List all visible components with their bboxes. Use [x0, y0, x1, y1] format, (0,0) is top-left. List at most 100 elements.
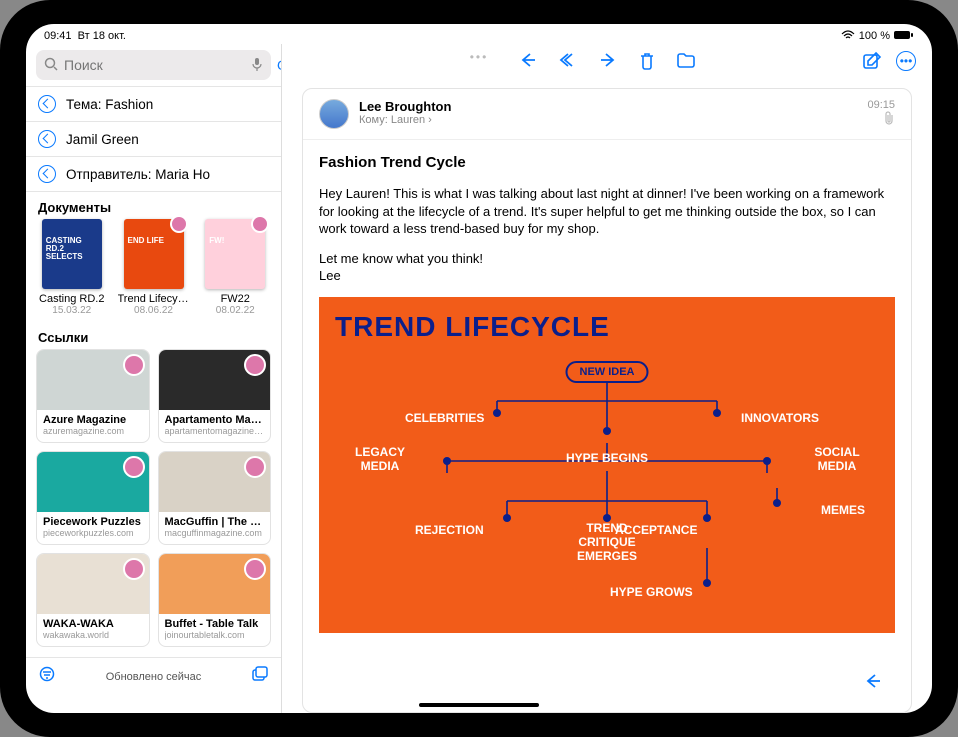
update-status: Обновлено сейчас	[106, 671, 202, 683]
doc-title: FW22	[200, 293, 272, 305]
mail-subject: Fashion Trend Cycle	[319, 154, 895, 171]
doc-thumbnail: END LIFE	[124, 219, 184, 289]
node-celebrities: CELEBRITIES	[405, 411, 484, 425]
link-url: azuremagazine.com	[43, 426, 143, 436]
reply-icon[interactable]	[518, 51, 538, 76]
status-date: Вт 18 окт.	[78, 30, 126, 42]
mic-icon[interactable]	[251, 57, 263, 74]
chevron-right-icon: ›	[428, 114, 432, 126]
link-card[interactable]: MacGuffin | The Lifemacguffinmagazine.co…	[158, 451, 272, 545]
link-title: Apartamento Maga…	[165, 414, 265, 426]
node-hype-grows: HYPE GROWS	[610, 585, 693, 599]
battery-percent: 100 %	[859, 30, 890, 42]
suggestion-label: Jamil Green	[66, 132, 139, 147]
avatar-badge	[244, 558, 266, 580]
sender-avatar[interactable]	[319, 99, 349, 129]
node-legacy-media: LEGACY MEDIA	[345, 445, 415, 473]
node-new-idea: NEW IDEA	[566, 361, 649, 383]
avatar-badge	[170, 215, 188, 233]
recent-icon	[38, 130, 56, 148]
compose-stack-icon[interactable]	[251, 666, 269, 687]
to-line[interactable]: Кому: Lauren ›	[359, 114, 857, 126]
search-input[interactable]	[64, 57, 245, 73]
search-icon	[44, 57, 58, 74]
recent-icon	[38, 95, 56, 113]
link-thumbnail	[37, 452, 149, 512]
doc-date: 08.02.22	[200, 305, 272, 316]
link-thumbnail	[159, 452, 271, 512]
links-heading: Ссылки	[26, 322, 281, 349]
link-title: Buffet - Table Talk	[165, 618, 265, 630]
compose-icon[interactable]	[862, 51, 882, 76]
suggestion-label: Тема: Fashion	[66, 97, 153, 112]
link-url: pieceworkpuzzles.com	[43, 528, 143, 538]
link-thumbnail	[159, 554, 271, 614]
search-suggestion[interactable]: Тема: Fashion	[26, 87, 281, 122]
search-field[interactable]	[36, 50, 271, 80]
status-bar: 09:41 Вт 18 окт. 100 %	[26, 24, 932, 44]
search-suggestion[interactable]: Jamil Green	[26, 122, 281, 157]
document-item[interactable]: CASTING RD.2 SELECTS Casting RD.215.03.22	[36, 219, 108, 316]
trend-lifecycle-image: TREND LIFECYCLE	[319, 297, 895, 633]
document-item[interactable]: FW! FW2208.02.22	[200, 219, 272, 316]
node-social-media: SOCIAL MEDIA	[805, 445, 869, 473]
node-innovators: INNOVATORS	[741, 411, 819, 425]
avatar-badge	[251, 215, 269, 233]
mail-paragraph: Hey Lauren! This is what I was talking a…	[319, 185, 895, 238]
link-title: Azure Magazine	[43, 414, 143, 426]
forward-icon[interactable]	[598, 51, 618, 76]
node-acceptance: ACCEPTANCE	[615, 523, 697, 537]
mail-time: 09:15	[867, 99, 895, 111]
node-rejection: REJECTION	[415, 523, 484, 537]
sender-name[interactable]: Lee Broughton	[359, 99, 857, 114]
link-title: MacGuffin | The Life	[165, 516, 265, 528]
reply-float-icon[interactable]	[863, 672, 883, 696]
status-time: 09:41	[44, 30, 72, 42]
mail-signature: Lee	[319, 267, 895, 285]
link-title: WAKA-WAKA	[43, 618, 143, 630]
link-thumbnail	[37, 350, 149, 410]
doc-title: Casting RD.2	[36, 293, 108, 305]
link-url: apartamentomagazine.c…	[165, 426, 265, 436]
link-card[interactable]: Azure Magazineazuremagazine.com	[36, 349, 150, 443]
doc-date: 08.06.22	[118, 305, 190, 316]
mail-paragraph: Let me know what you think!	[319, 250, 895, 268]
document-item[interactable]: END LIFE Trend Lifecycle08.06.22	[118, 219, 190, 316]
link-card[interactable]: Apartamento Maga…apartamentomagazine.c…	[158, 349, 272, 443]
avatar-badge	[123, 456, 145, 478]
doc-date: 15.03.22	[36, 305, 108, 316]
doc-title: Trend Lifecycle	[118, 293, 190, 305]
trend-title: TREND LIFECYCLE	[335, 311, 879, 343]
link-card[interactable]: WAKA-WAKAwakawaka.world	[36, 553, 150, 647]
attachment-icon[interactable]	[867, 111, 895, 128]
link-card[interactable]: Piecework Puzzlespieceworkpuzzles.com	[36, 451, 150, 545]
doc-thumbnail: CASTING RD.2 SELECTS	[42, 219, 102, 289]
filter-icon[interactable]	[38, 666, 56, 687]
link-card[interactable]: Buffet - Table Talkjoinourtabletalk.com	[158, 553, 272, 647]
reply-all-icon[interactable]	[558, 51, 578, 76]
mail-toolbar: •••	[282, 44, 932, 82]
move-folder-icon[interactable]	[676, 51, 696, 76]
link-thumbnail	[37, 554, 149, 614]
doc-thumbnail: FW!	[205, 219, 265, 289]
avatar-badge	[123, 558, 145, 580]
link-url: joinourtabletalk.com	[165, 630, 265, 640]
avatar-badge	[123, 354, 145, 376]
node-hype-begins: HYPE BEGINS	[566, 451, 648, 465]
link-thumbnail	[159, 350, 271, 410]
recent-icon	[38, 165, 56, 183]
battery-icon	[894, 30, 914, 43]
avatar-badge	[244, 456, 266, 478]
node-memes: MEMES	[821, 503, 865, 517]
home-indicator[interactable]	[419, 703, 539, 707]
avatar-badge	[244, 354, 266, 376]
link-url: wakawaka.world	[43, 630, 143, 640]
trash-icon[interactable]	[638, 51, 656, 76]
more-icon[interactable]: •••	[896, 51, 916, 71]
wifi-icon	[841, 30, 855, 43]
search-suggestion[interactable]: Отправитель: Maria Ho	[26, 157, 281, 192]
documents-heading: Документы	[26, 192, 281, 219]
suggestion-label: Отправитель: Maria Ho	[66, 167, 210, 182]
link-title: Piecework Puzzles	[43, 516, 143, 528]
link-url: macguffinmagazine.com	[165, 528, 265, 538]
